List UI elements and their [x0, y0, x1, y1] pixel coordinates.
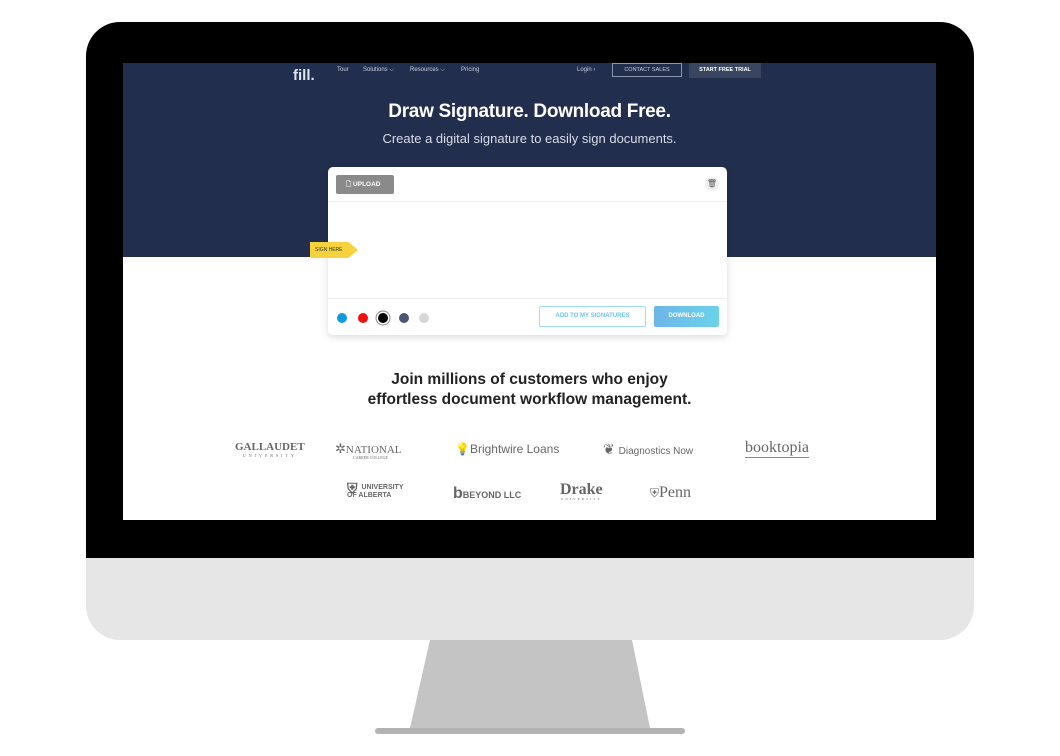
nav-solutions[interactable]: Solutions ⌵ — [363, 67, 394, 74]
page-subtitle: Create a digital signature to easily sig… — [382, 131, 677, 146]
signature-pad: 🗋 UPLOAD 🗑 ADD TO MY SIGNATURES DOWNLOAD — [328, 167, 727, 335]
trash-icon[interactable]: 🗑 — [705, 177, 719, 191]
nav-tour[interactable]: Tour — [337, 67, 349, 73]
social-proof-heading: Join millions of customers who enjoy effo… — [367, 371, 692, 408]
color-gray[interactable] — [419, 313, 429, 323]
upload-button[interactable]: 🗋 UPLOAD — [336, 175, 394, 194]
color-black[interactable] — [378, 313, 388, 323]
download-button[interactable]: DOWNLOAD — [654, 306, 719, 327]
logo-penn: ⛨Penn — [650, 484, 692, 501]
drawing-canvas[interactable] — [328, 202, 727, 298]
logo-national: ✲NATIONAL CAREER COLLEGE — [335, 441, 402, 460]
contact-sales-button[interactable]: CONTACT SALES — [612, 63, 682, 77]
nav-pricing[interactable]: Pricing — [461, 67, 479, 73]
add-to-signatures-button[interactable]: ADD TO MY SIGNATURES — [539, 306, 646, 327]
divider — [328, 298, 727, 299]
sign-here-tag: SIGN HERE — [310, 242, 358, 258]
monitor-chin — [86, 558, 974, 640]
logo-university-of-alberta: ⛨ UNIVERSITY OF ALBERTA — [347, 480, 404, 499]
nav-resources[interactable]: Resources ⌵ — [410, 67, 445, 74]
page-title: Draw Signature. Download Free. — [388, 101, 671, 122]
logo-diagnostics-now: ❦ Diagnostics Now — [603, 441, 694, 457]
top-nav: fill. Tour Solutions ⌵ Resources ⌵ Prici… — [123, 63, 936, 84]
monitor-stand — [375, 640, 685, 734]
logo-beyond-llc: bBEYOND LLC — [453, 485, 522, 502]
color-slate[interactable] — [399, 313, 409, 323]
logo-brightwire: 💡Brightwire Loans — [455, 442, 560, 456]
logo-drake: Drake UNIVERSITY — [560, 481, 603, 502]
color-blue[interactable] — [337, 313, 347, 323]
nav-login[interactable]: Login › — [577, 67, 595, 73]
color-red[interactable] — [358, 313, 368, 323]
file-icon: 🗋 — [346, 181, 354, 188]
logo-booktopia: booktopia — [745, 439, 809, 458]
start-free-trial-button[interactable]: START FREE TRIAL — [689, 63, 761, 78]
logo-gallaudet: GALLAUDET UNIVERSITY — [235, 441, 305, 458]
website-screen: fill. Tour Solutions ⌵ Resources ⌵ Prici… — [123, 63, 936, 520]
fill-logo[interactable]: fill. — [293, 67, 315, 84]
